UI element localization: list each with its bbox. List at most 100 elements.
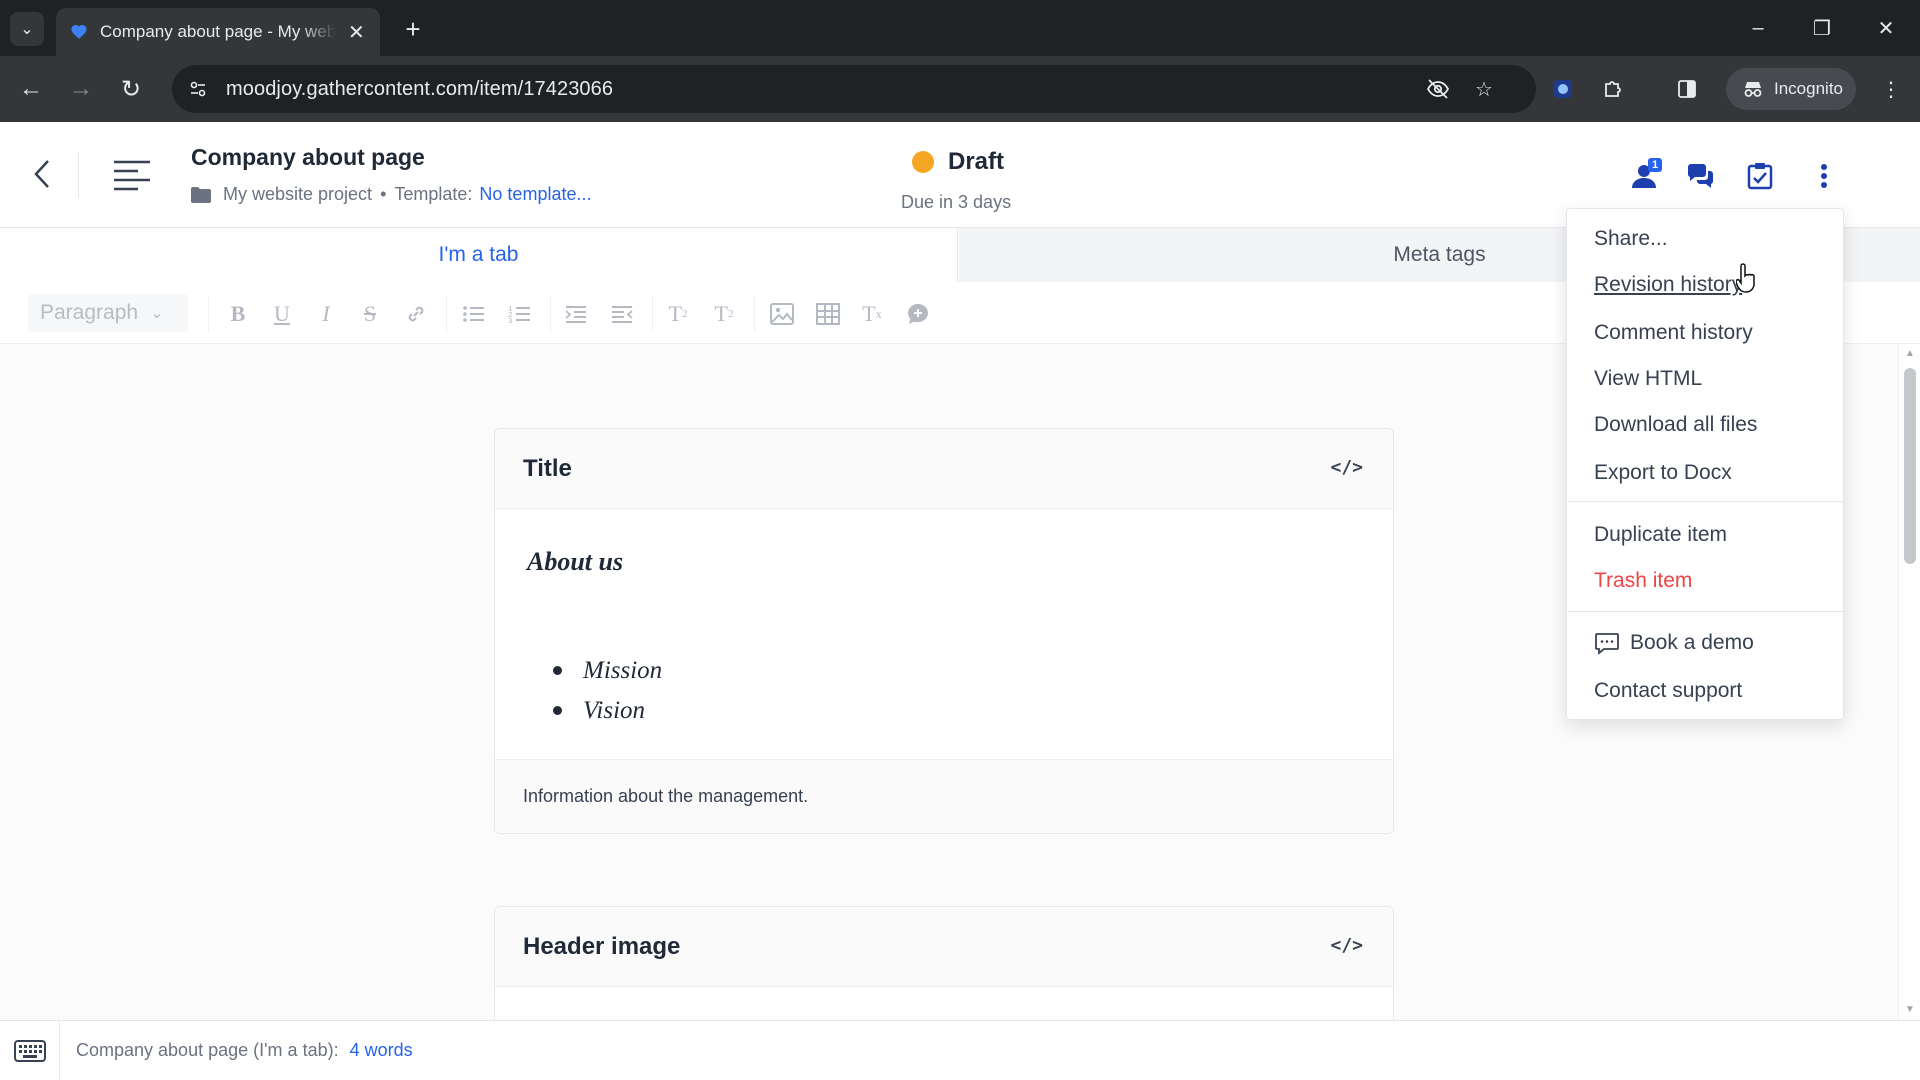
field-header: Header image </> [495,907,1393,987]
menu-item-book-a-demo[interactable]: Book a demo [1594,631,1754,655]
template-label: Template: [394,184,473,204]
hand-cursor-icon [1736,263,1755,293]
item-title: Company about page [191,144,425,170]
word-count[interactable]: 4 words [350,1040,413,1060]
menu-item-view-html[interactable]: View HTML [1594,367,1702,391]
minimize-icon[interactable]: – [1736,10,1780,46]
meta-separator: • [380,184,387,204]
menu-item-comment-history[interactable]: Comment history [1594,321,1753,345]
menu-item-export-to-docx[interactable]: Export to Docx [1594,461,1732,485]
project-link[interactable]: My website project [223,184,372,205]
image-icon[interactable] [766,298,798,330]
incognito-indicator[interactable]: Incognito [1726,68,1856,110]
back-arrow-icon[interactable]: ← [12,70,50,108]
forward-arrow-icon[interactable]: → [62,70,100,108]
assignees-button[interactable]: 1 [1624,156,1664,196]
menu-item-download-all-files[interactable]: Download all files [1594,413,1757,437]
back-icon[interactable] [24,154,60,194]
restore-icon[interactable]: ❐ [1800,10,1844,46]
folder-icon [191,186,211,203]
svg-text:3: 3 [508,317,512,324]
numbered-list-icon[interactable]: 123 [504,298,536,330]
tab-search-button[interactable]: ⌄ [10,12,44,46]
menu-item-trash-item[interactable]: Trash item [1594,569,1692,593]
outdent-icon[interactable] [606,298,638,330]
clear-formatting-icon[interactable]: Tx [856,298,888,330]
code-view-icon[interactable]: </> [1330,935,1363,956]
due-date: Due in 3 days [901,192,1012,212]
sidebar-toggle-icon[interactable] [112,158,152,192]
paragraph-style-select[interactable]: Paragraph ⌄ [28,294,188,332]
menu-divider [1567,611,1845,612]
content-scrollbar[interactable]: ▲ ▼ [1898,344,1920,1020]
keyboard-shortcuts-button[interactable] [0,1021,60,1080]
vertical-dots-icon [1821,164,1827,188]
italic-icon[interactable]: I [310,298,342,330]
link-icon[interactable] [400,298,432,330]
bold-icon[interactable]: B [222,298,254,330]
book-a-demo-label: Book a demo [1630,631,1754,654]
browser-tab-title: Company about page - My website project [100,22,336,41]
field-header: Title </> [495,429,1393,509]
toolbar-divider [652,296,653,332]
toolbar-divider [550,296,551,332]
more-options-button[interactable] [1804,156,1844,196]
comments-button[interactable] [1680,156,1720,196]
puzzle-extensions-icon[interactable] [1594,70,1632,108]
table-icon[interactable] [812,298,844,330]
extension-icon[interactable] [1544,70,1582,108]
assignee-count-badge: 1 [1648,158,1662,172]
status-dot-icon [912,151,934,173]
rich-text-editor[interactable]: About us Mission Vision [495,509,1393,759]
site-settings-icon[interactable] [178,69,218,109]
close-window-icon[interactable]: ✕ [1864,10,1908,46]
close-tab-icon[interactable]: ✕ [348,20,365,45]
indent-icon[interactable] [560,298,592,330]
header-divider [78,152,79,198]
superscript-icon[interactable]: T2 [708,298,740,330]
menu-item-contact-support[interactable]: Contact support [1594,679,1742,703]
status-context: Company about page (I'm a tab): [76,1040,339,1060]
add-comment-icon[interactable] [902,298,934,330]
tasks-button[interactable] [1740,156,1780,196]
side-panel-icon[interactable] [1668,70,1706,108]
paragraph-style-value: Paragraph [40,301,139,324]
tab-im-a-tab[interactable]: I'm a tab [0,228,958,282]
workflow-status[interactable]: Draft [912,148,1004,176]
field-label: Header image [523,932,681,960]
bookmark-star-icon[interactable]: ☆ [1464,69,1504,109]
bullet-list: Mission Vision [553,651,1361,731]
address-bar[interactable]: moodjoy.gathercontent.com/item/17423066 … [172,65,1536,113]
new-tab-button[interactable]: + [396,12,430,46]
browser-titlebar: ⌄ Company about page - My website projec… [0,0,1920,56]
browser-tab[interactable]: Company about page - My website project … [56,8,380,56]
bullet-list-icon[interactable] [458,298,490,330]
heart-favicon-icon [71,25,87,39]
toolbar-divider [208,296,209,332]
subscript-icon[interactable]: T2 [662,298,694,330]
eye-off-icon[interactable] [1418,69,1458,109]
chevron-down-icon: ⌄ [150,305,164,322]
menu-item-duplicate-item[interactable]: Duplicate item [1594,523,1727,547]
field-instructions: Information about the management. [495,759,1393,833]
list-item: Mission [553,651,1361,691]
code-view-icon[interactable]: </> [1330,457,1363,478]
scroll-up-arrow-icon[interactable]: ▲ [1899,348,1920,359]
underline-icon[interactable]: U [266,298,298,330]
menu-item-revision-history[interactable]: Revision history [1594,273,1742,297]
clipboard-check-icon [1747,163,1773,190]
content-heading: About us [527,547,624,576]
menu-divider [1567,501,1845,502]
chevron-down-icon: ⌄ [20,21,34,38]
browser-toolbar: ← → ↻ moodjoy.gathercontent.com/item/174… [0,56,1920,122]
toolbar-divider [754,296,755,332]
browser-menu-icon[interactable]: ⋮ [1872,70,1910,108]
menu-item-share[interactable]: Share... [1594,227,1668,251]
more-options-menu: Share... Revision history Comment histor… [1566,208,1845,720]
scrollbar-thumb[interactable] [1904,368,1916,564]
list-item: Vision [553,691,1361,731]
scroll-down-arrow-icon[interactable]: ▼ [1899,1004,1920,1015]
template-link[interactable]: No template... [479,184,591,205]
reload-icon[interactable]: ↻ [112,70,150,108]
strikethrough-icon[interactable]: S [354,298,386,330]
